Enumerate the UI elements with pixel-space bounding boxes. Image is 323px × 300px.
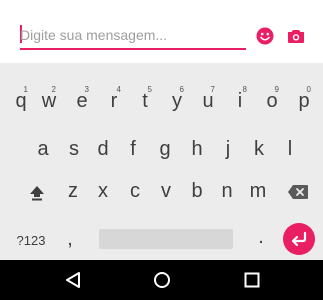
key-i[interactable]: 8 i [229, 85, 251, 113]
key-a[interactable]: a [32, 137, 54, 161]
key-c[interactable]: c [124, 179, 146, 203]
backspace-icon[interactable] [286, 182, 310, 206]
emoji-icon[interactable] [256, 27, 274, 45]
key-g[interactable]: g [154, 137, 176, 161]
key-hint: 8 [242, 85, 247, 94]
key-hint: 7 [210, 85, 215, 94]
key-comma[interactable]: , [60, 227, 80, 251]
key-m[interactable]: m [247, 179, 269, 203]
spacebar[interactable] [99, 229, 233, 249]
key-l[interactable]: l [279, 137, 301, 161]
key-q[interactable]: 1 q [10, 85, 32, 113]
key-k[interactable]: k [248, 137, 270, 161]
key-hint: 0 [306, 85, 311, 94]
key-e[interactable]: 3 e [71, 85, 93, 113]
key-x[interactable]: x [92, 179, 114, 203]
key-j[interactable]: j [217, 137, 239, 161]
input-underline [20, 48, 246, 50]
home-circle-icon[interactable] [152, 270, 172, 290]
enter-icon[interactable] [283, 223, 315, 255]
key-t[interactable]: 5 t [134, 85, 156, 113]
system-nav-bar [0, 260, 323, 300]
key-v[interactable]: v [155, 179, 177, 203]
key-p[interactable]: 0 p [293, 85, 315, 113]
key-b[interactable]: b [186, 179, 208, 203]
key-f[interactable]: f [122, 137, 144, 161]
soft-keyboard: 1 q 2 w 3 e 4 r 5 t 6 y 7 u 8 i 9 o 0 p … [0, 63, 323, 260]
camera-icon[interactable] [287, 27, 305, 45]
key-label: i [237, 90, 243, 112]
key-hint: 1 [23, 85, 28, 94]
symbols-key[interactable]: ?123 [12, 229, 50, 253]
key-hint: 5 [147, 85, 152, 94]
key-r[interactable]: 4 r [103, 85, 125, 113]
key-w[interactable]: 2 w [38, 85, 60, 113]
key-o[interactable]: 9 o [261, 85, 283, 113]
key-u[interactable]: 7 u [197, 85, 219, 113]
message-input[interactable] [20, 24, 242, 46]
key-hint: 3 [84, 85, 89, 94]
key-hint: 9 [274, 85, 279, 94]
recents-square-icon[interactable] [242, 270, 262, 290]
key-n[interactable]: n [216, 179, 238, 203]
key-s[interactable]: s [63, 137, 85, 161]
key-hint: 6 [179, 85, 184, 94]
key-d[interactable]: d [92, 137, 114, 161]
key-y[interactable]: 6 y [166, 85, 188, 113]
key-hint: 4 [116, 85, 121, 94]
key-h[interactable]: h [186, 137, 208, 161]
compose-bar [0, 0, 323, 63]
back-triangle-icon[interactable] [64, 270, 84, 290]
key-hint: 2 [51, 85, 56, 94]
key-period[interactable]: . [251, 225, 271, 249]
shift-icon[interactable] [24, 183, 50, 207]
key-z[interactable]: z [62, 179, 84, 203]
